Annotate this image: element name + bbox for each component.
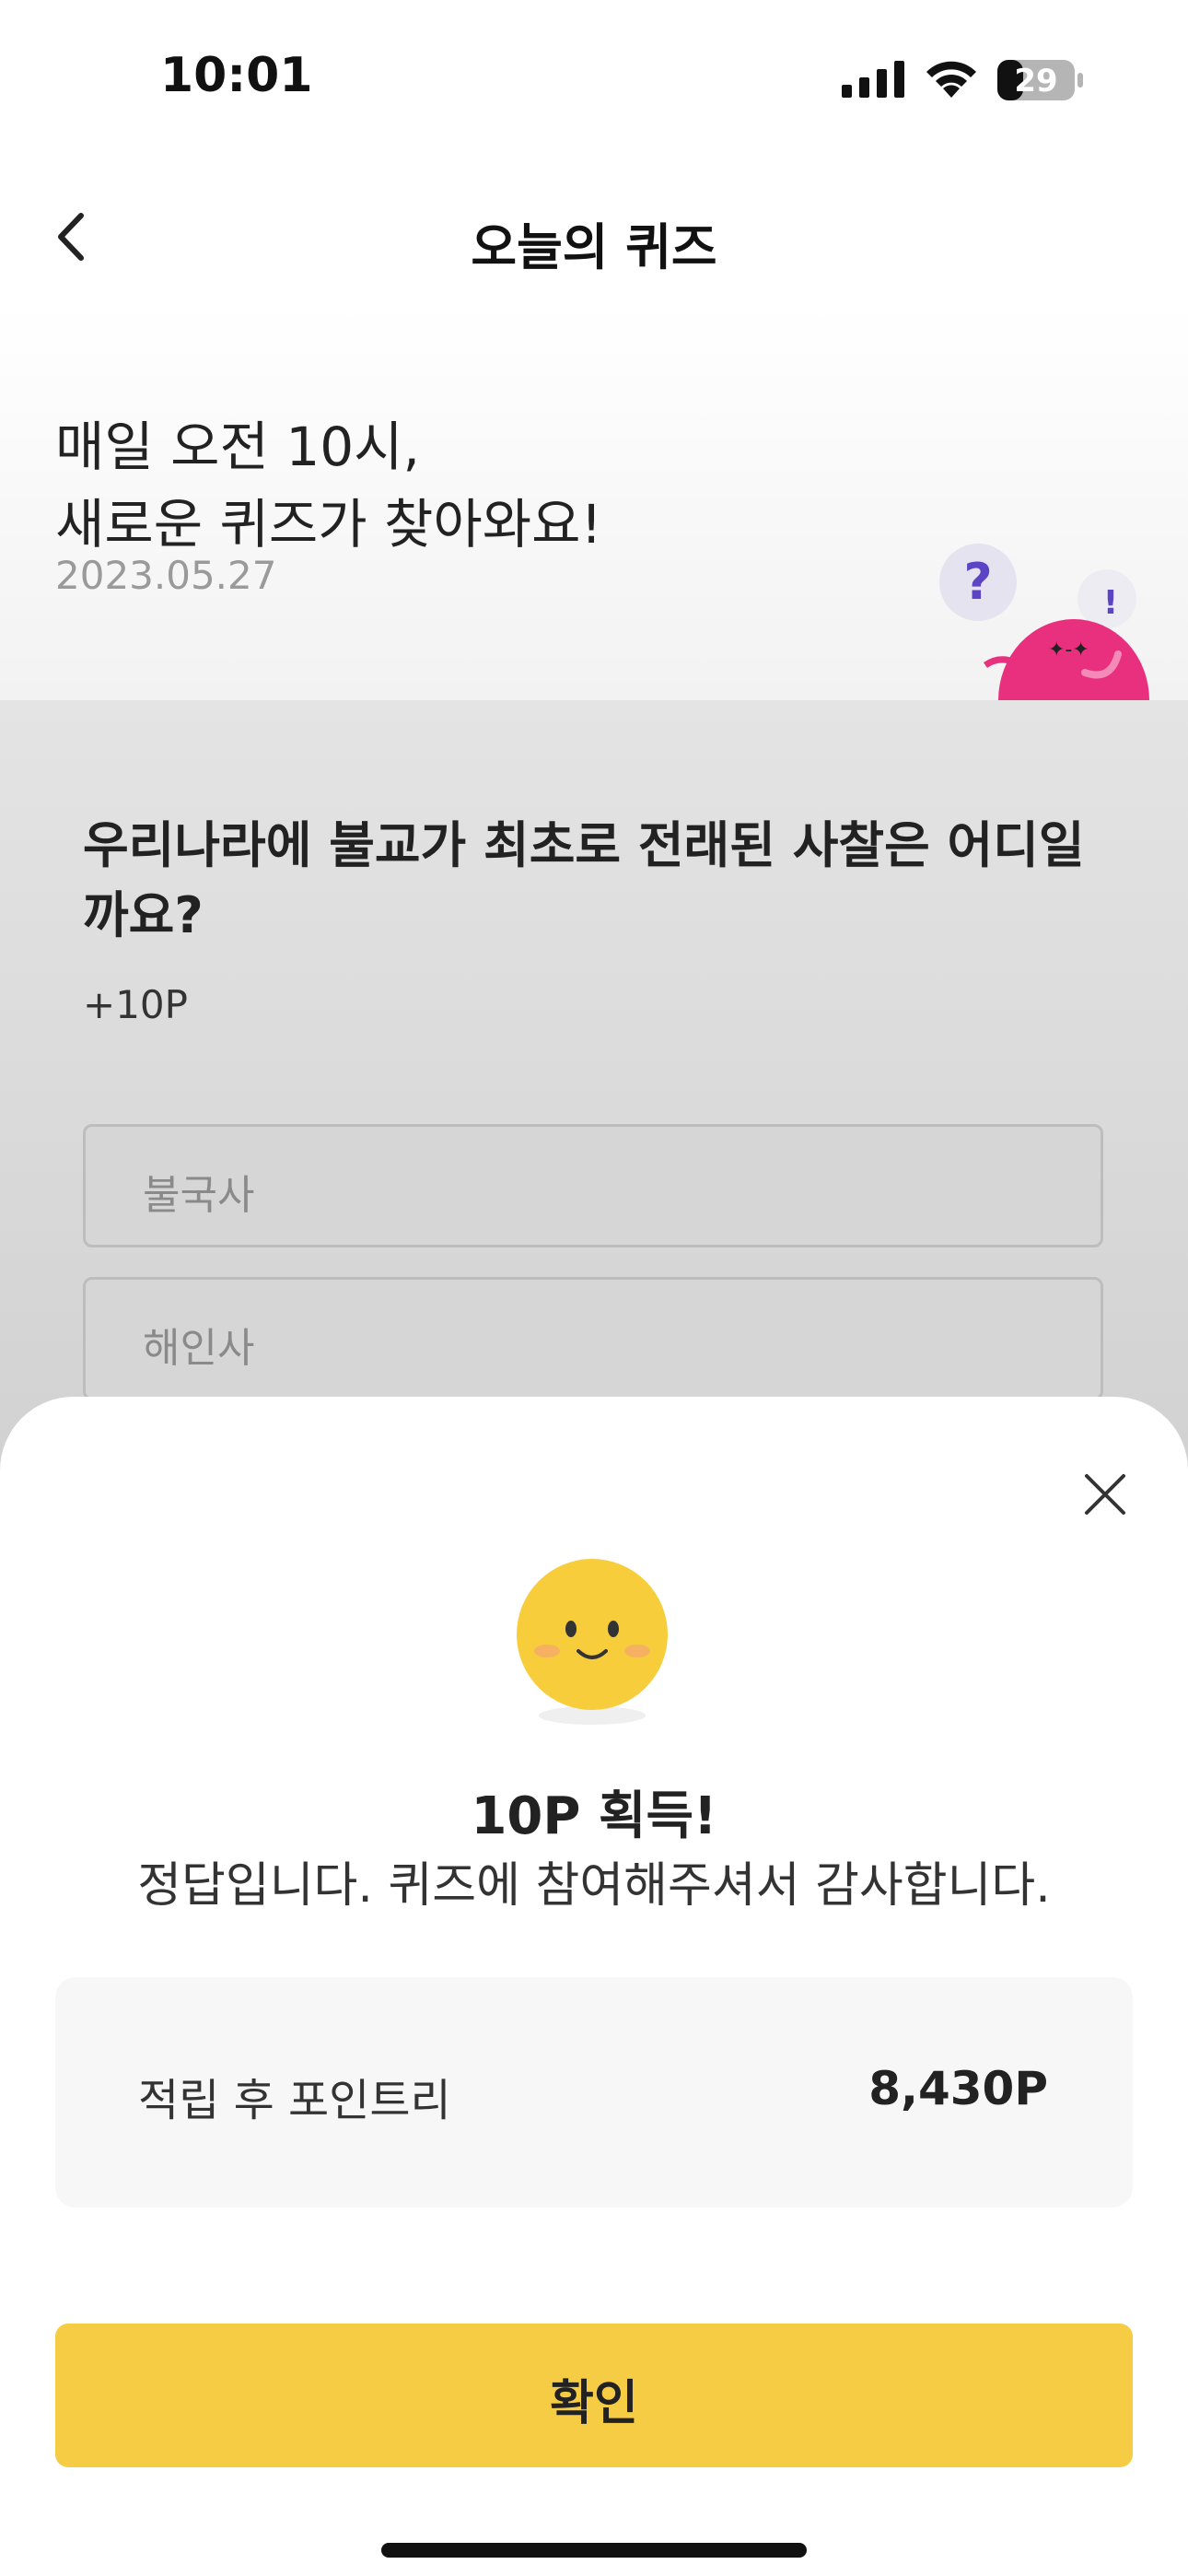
home-indicator[interactable]	[381, 2543, 807, 2558]
close-icon[interactable]	[1077, 1467, 1133, 1522]
quiz-date: 2023.05.27	[55, 553, 277, 598]
mascot-illustration: ? ! ✦-✦	[939, 544, 1149, 700]
hero-line-2: 새로운 퀴즈가 찾아와요!	[55, 493, 602, 556]
svg-text:✦-✦: ✦-✦	[1048, 638, 1089, 662]
svg-text:?: ?	[963, 553, 992, 611]
answer-option[interactable]: 불국사	[83, 1124, 1103, 1247]
battery-icon: 29	[996, 59, 1085, 101]
smiley-icon	[517, 1559, 668, 1725]
points-label: 적립 후 포인트리	[138, 2075, 451, 2126]
confirm-button-label: 확인	[550, 2377, 638, 2430]
status-time: 10:01	[160, 48, 313, 103]
confirm-button[interactable]: 확인	[55, 2324, 1133, 2467]
result-message: 정답입니다. 퀴즈에 참여해주셔서 감사합니다.	[137, 1858, 1051, 1914]
result-title: 10P 획득!	[471, 1786, 717, 1846]
answer-option[interactable]: 해인사	[83, 1277, 1103, 1400]
svg-text:!: !	[1103, 584, 1118, 622]
points-value: 8,430P	[868, 2062, 1048, 2115]
cellular-signal-icon	[842, 61, 904, 98]
quiz-question: 우리나라에 불교가 최초로 전래된 사찰은 어디일까요?	[83, 816, 1085, 944]
quiz-reward: +10P	[83, 982, 188, 1027]
battery-level: 29	[1014, 63, 1058, 100]
hero-line-1: 매일 오전 10시,	[55, 416, 420, 478]
wifi-icon	[926, 61, 976, 98]
answer-option-label: 불국사	[143, 1172, 255, 1219]
answer-option-label: 해인사	[143, 1325, 255, 1372]
page-title: 오늘의 퀴즈	[471, 218, 717, 276]
